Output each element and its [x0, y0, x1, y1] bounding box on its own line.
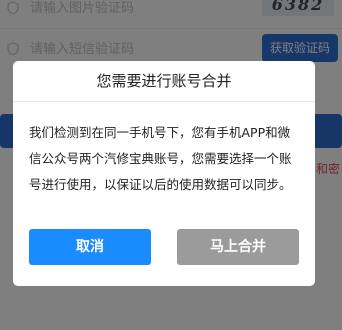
dialog-message: 我们检测到在同一手机号下，您有手机APP和微信公众号两个汽修宝典账号，您需要选择…: [29, 125, 292, 192]
merge-account-dialog: 您需要进行账号合并 我们检测到在同一手机号下，您有手机APP和微信公众号两个汽修…: [13, 61, 315, 286]
cancel-button[interactable]: 取消: [29, 229, 151, 265]
dialog-title: 您需要进行账号合并: [13, 61, 315, 102]
merge-now-button[interactable]: 马上合并: [177, 229, 299, 265]
